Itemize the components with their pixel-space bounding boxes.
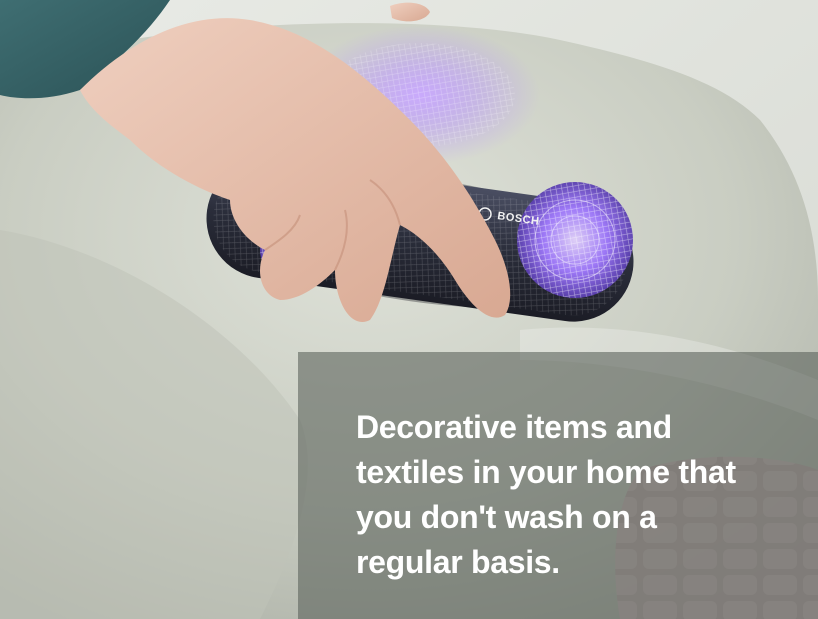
caption-line: textiles in your home that	[356, 454, 736, 490]
caption-line: regular basis.	[356, 544, 560, 580]
caption-line: you don't wash on a	[356, 499, 657, 535]
video-frame: BOSCH Decorative items and textiles in y…	[0, 0, 818, 619]
caption-line: Decorative items and	[356, 409, 672, 445]
caption-text: Decorative items and textiles in your ho…	[356, 405, 796, 585]
